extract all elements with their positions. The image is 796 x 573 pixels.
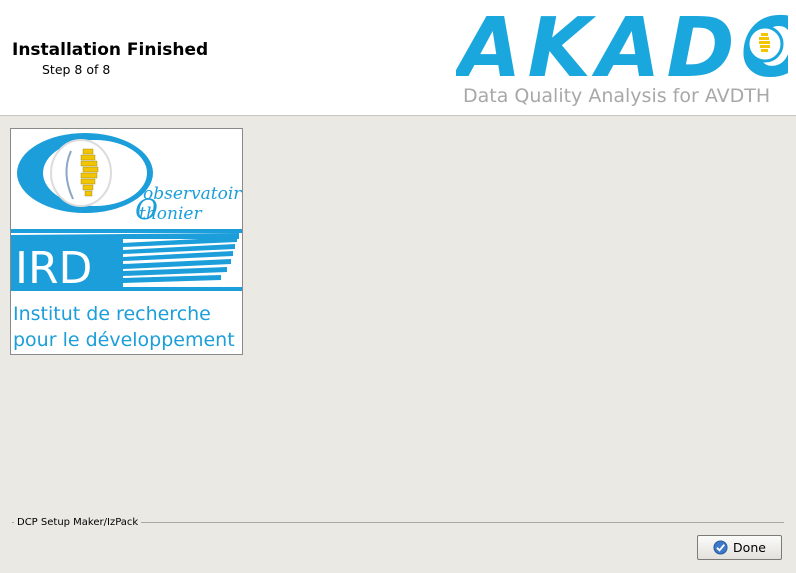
installer-branding: DCP Setup Maker/IzPack [14,517,142,528]
akado-logo: AKADO [456,4,788,84]
ird-name-line2: pour le développement [13,329,235,351]
akado-logo-text: AKADO [456,4,788,84]
done-button[interactable]: Done [697,535,782,560]
step-indicator: Step 8 of 8 [42,62,111,77]
ird-name-line1: Institut de recherche [13,303,211,325]
svg-text:O: O [135,193,158,226]
ird-logo: observatoire thonier O IRD Institut de r… [10,128,243,355]
page-title: Installation Finished [12,40,209,60]
done-button-label: Done [733,540,766,555]
akado-emblem [746,25,784,63]
ird-acronym: IRD [15,243,92,294]
tagline: Data Quality Analysis for AVDTH [463,85,771,107]
check-circle-icon [713,540,728,555]
header-panel: Installation Finished Step 8 of 8 AKADO … [0,0,796,116]
ird-emblem: observatoire thonier O IRD [11,133,242,294]
